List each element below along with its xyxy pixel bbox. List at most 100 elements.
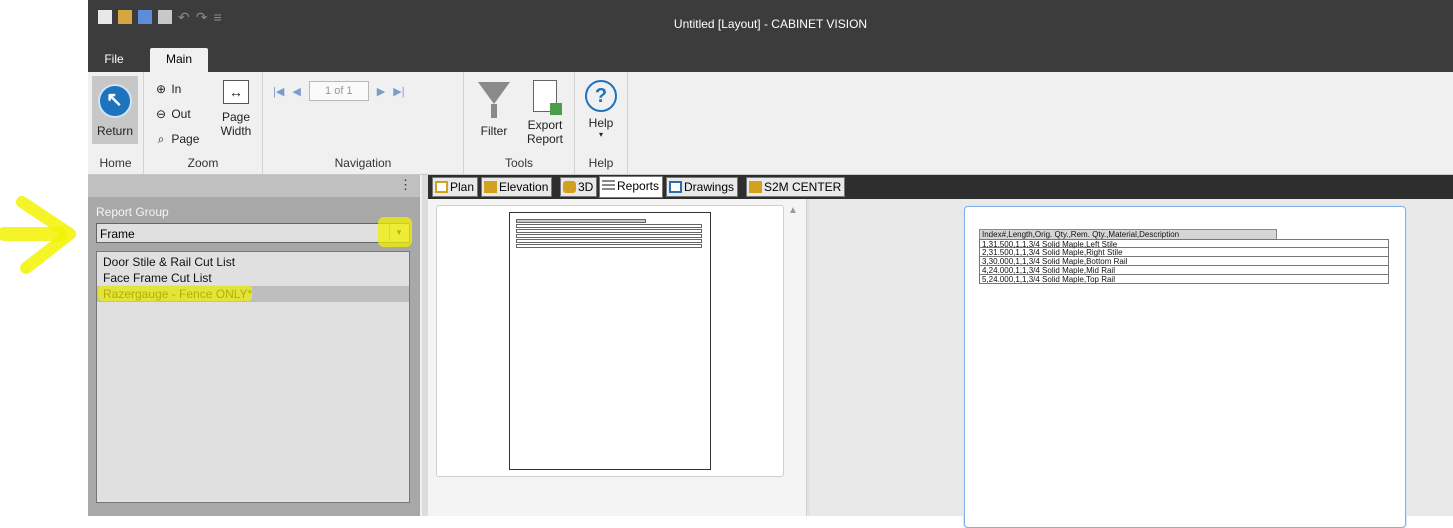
group-label-home: Home: [99, 156, 132, 170]
panel-options-icon[interactable]: ⋮: [399, 177, 412, 193]
tab-plan[interactable]: Plan: [432, 177, 479, 197]
thumbnail-card[interactable]: [436, 205, 784, 477]
tab-reports-label: Reports: [617, 179, 660, 193]
zoom-in-button[interactable]: ⊕ In: [154, 82, 181, 96]
view-tab-strip: Plan Elevation 3D Reports Drawings S2M C…: [428, 175, 1453, 199]
zoom-in-icon: ⊕: [155, 82, 167, 96]
tab-3d-label: 3D: [578, 180, 594, 194]
page-width-label-1: Page: [221, 110, 251, 124]
tab-elevation-label: Elevation: [499, 180, 549, 194]
title-bar: ↶ ↷ ≡ Untitled [Layout] - CABINET VISION: [88, 0, 1453, 48]
highlight-mark: [378, 217, 412, 247]
tab-file[interactable]: File: [96, 48, 132, 72]
list-item[interactable]: Door Stile & Rail Cut List: [97, 254, 409, 270]
ribbon-group-help: ? Help ▾ Help: [575, 72, 628, 174]
last-page-icon[interactable]: ▶|: [393, 85, 404, 98]
export-report-button[interactable]: Export Report: [520, 80, 570, 146]
tab-plan-label: Plan: [450, 180, 475, 194]
page-width-label-2: Width: [220, 124, 252, 138]
export-label-2: Report: [526, 132, 564, 146]
export-report-icon: [533, 80, 562, 115]
drawings-icon: [669, 181, 682, 193]
plan-icon: [435, 181, 448, 193]
tab-s2m-label: S2M CENTER: [764, 180, 842, 194]
report-header-row: Index#,Length,Orig. Qty.,Rem. Qty.,Mater…: [979, 229, 1277, 239]
zoom-page-icon: ⌕: [157, 132, 165, 146]
return-label: Return: [96, 124, 134, 138]
zoom-page-button[interactable]: ⌕ Page: [154, 132, 200, 147]
filter-label: Filter: [480, 124, 508, 138]
zoom-in-label: In: [171, 82, 182, 96]
help-label: Help: [588, 116, 614, 130]
highlight-mark: [98, 285, 252, 301]
thumbnail-row: [516, 239, 702, 243]
return-button[interactable]: Return: [92, 76, 138, 144]
tab-s2m-center[interactable]: S2M CENTER: [746, 177, 846, 197]
ribbon: Return Home ⊕ In ⊖ Out ⌕ Page ↔ Page Wid…: [88, 72, 1453, 175]
zoom-page-label: Page: [171, 132, 200, 146]
table-row: 1,31.500,1,1,3/4 Solid Maple,Left Stile: [979, 239, 1389, 249]
annotation-arrow: [0, 196, 76, 274]
table-row: 3,30.000,1,1,3/4 Solid Maple,Bottom Rail: [979, 257, 1389, 266]
list-item[interactable]: Face Frame Cut List: [97, 270, 409, 286]
thumbnail-page: [509, 212, 711, 470]
tab-elevation[interactable]: Elevation: [481, 177, 553, 197]
app-window: ↶ ↷ ≡ Untitled [Layout] - CABINET VISION…: [88, 0, 1453, 528]
help-dropdown-icon: ▾: [598, 130, 603, 139]
group-label-navigation: Navigation: [334, 156, 392, 170]
thumbnail-pane: ▲: [428, 199, 806, 516]
help-button[interactable]: ? Help ▾: [581, 80, 621, 139]
zoom-out-label: Out: [171, 107, 191, 121]
ribbon-group-tools: Filter Export Report Tools: [464, 72, 575, 174]
group-label-zoom: Zoom: [187, 156, 219, 170]
report-rows: 1,31.500,1,1,3/4 Solid Maple,Left Stile …: [979, 239, 1389, 284]
report-group-value: Frame: [100, 227, 135, 241]
table-row: 5,24.000,1,1,3/4 Solid Maple,Top Rail: [979, 275, 1389, 284]
thumbnail-row: [516, 244, 702, 248]
tab-reports[interactable]: Reports: [599, 176, 664, 198]
report-group-label: Report Group: [96, 205, 169, 219]
thumbnail-row: [516, 234, 702, 238]
page-width-button[interactable]: ↔ Page Width: [214, 80, 258, 138]
scroll-up-icon[interactable]: ▲: [786, 205, 800, 216]
filter-button[interactable]: Filter: [472, 80, 516, 138]
s2m-center-icon: [749, 181, 762, 193]
page-width-icon: ↔: [223, 80, 249, 104]
group-label-help: Help: [588, 156, 614, 170]
tab-drawings[interactable]: Drawings: [666, 177, 739, 197]
export-label-1: Export: [527, 118, 563, 132]
report-group-dropdown[interactable]: Frame ▼: [96, 223, 410, 243]
menu-tabs: File Main: [88, 48, 1453, 72]
window-title: Untitled [Layout] - CABINET VISION: [673, 17, 868, 31]
panel-header: ⋮: [88, 175, 420, 197]
thumbnail-header-row: [516, 219, 646, 223]
tab-drawings-label: Drawings: [684, 180, 735, 194]
zoom-out-icon: ⊖: [155, 107, 167, 121]
tab-main[interactable]: Main: [150, 48, 208, 72]
thumbnail-row: [516, 224, 702, 228]
cube-3d-icon: [563, 181, 576, 193]
navigation-row: |◀ ◀ 1 of 1 ▶ ▶|: [273, 81, 405, 101]
filter-funnel-stem: [491, 104, 497, 118]
zoom-out-button[interactable]: ⊖ Out: [154, 107, 191, 121]
thumbnail-scrollbar[interactable]: ▲: [786, 205, 800, 505]
filter-funnel-icon: [478, 82, 510, 104]
previous-page-icon[interactable]: ◀: [292, 85, 300, 98]
ribbon-group-navigation: |◀ ◀ 1 of 1 ▶ ▶| Navigation: [263, 72, 464, 174]
reports-icon: [602, 180, 615, 192]
ribbon-group-zoom: ⊕ In ⊖ Out ⌕ Page ↔ Page Width Zoom: [144, 72, 263, 174]
group-label-tools: Tools: [504, 156, 533, 170]
first-page-icon[interactable]: |◀: [273, 85, 284, 98]
table-row: 4,24.000,1,1,3/4 Solid Maple,Mid Rail: [979, 266, 1389, 275]
return-arrow-icon: [98, 84, 132, 118]
table-row: 2,31.500,1,1,3/4 Solid Maple,Right Stile: [979, 248, 1389, 257]
thumbnail-row: [516, 229, 702, 233]
tab-3d[interactable]: 3D: [560, 177, 598, 197]
next-page-icon[interactable]: ▶: [377, 85, 385, 98]
report-group-panel: ⋮ Report Group Frame ▼ Door Stile & Rail…: [88, 175, 420, 516]
report-page: Index#,Length,Orig. Qty.,Rem. Qty.,Mater…: [964, 206, 1406, 528]
help-question-icon: ?: [585, 80, 617, 112]
report-content-area: ▲ Index#,Length,Orig. Qty.,Rem. Qty.,Mat…: [428, 199, 1453, 528]
ribbon-group-home: Return Home: [88, 72, 144, 174]
page-number-field[interactable]: 1 of 1: [308, 81, 369, 101]
